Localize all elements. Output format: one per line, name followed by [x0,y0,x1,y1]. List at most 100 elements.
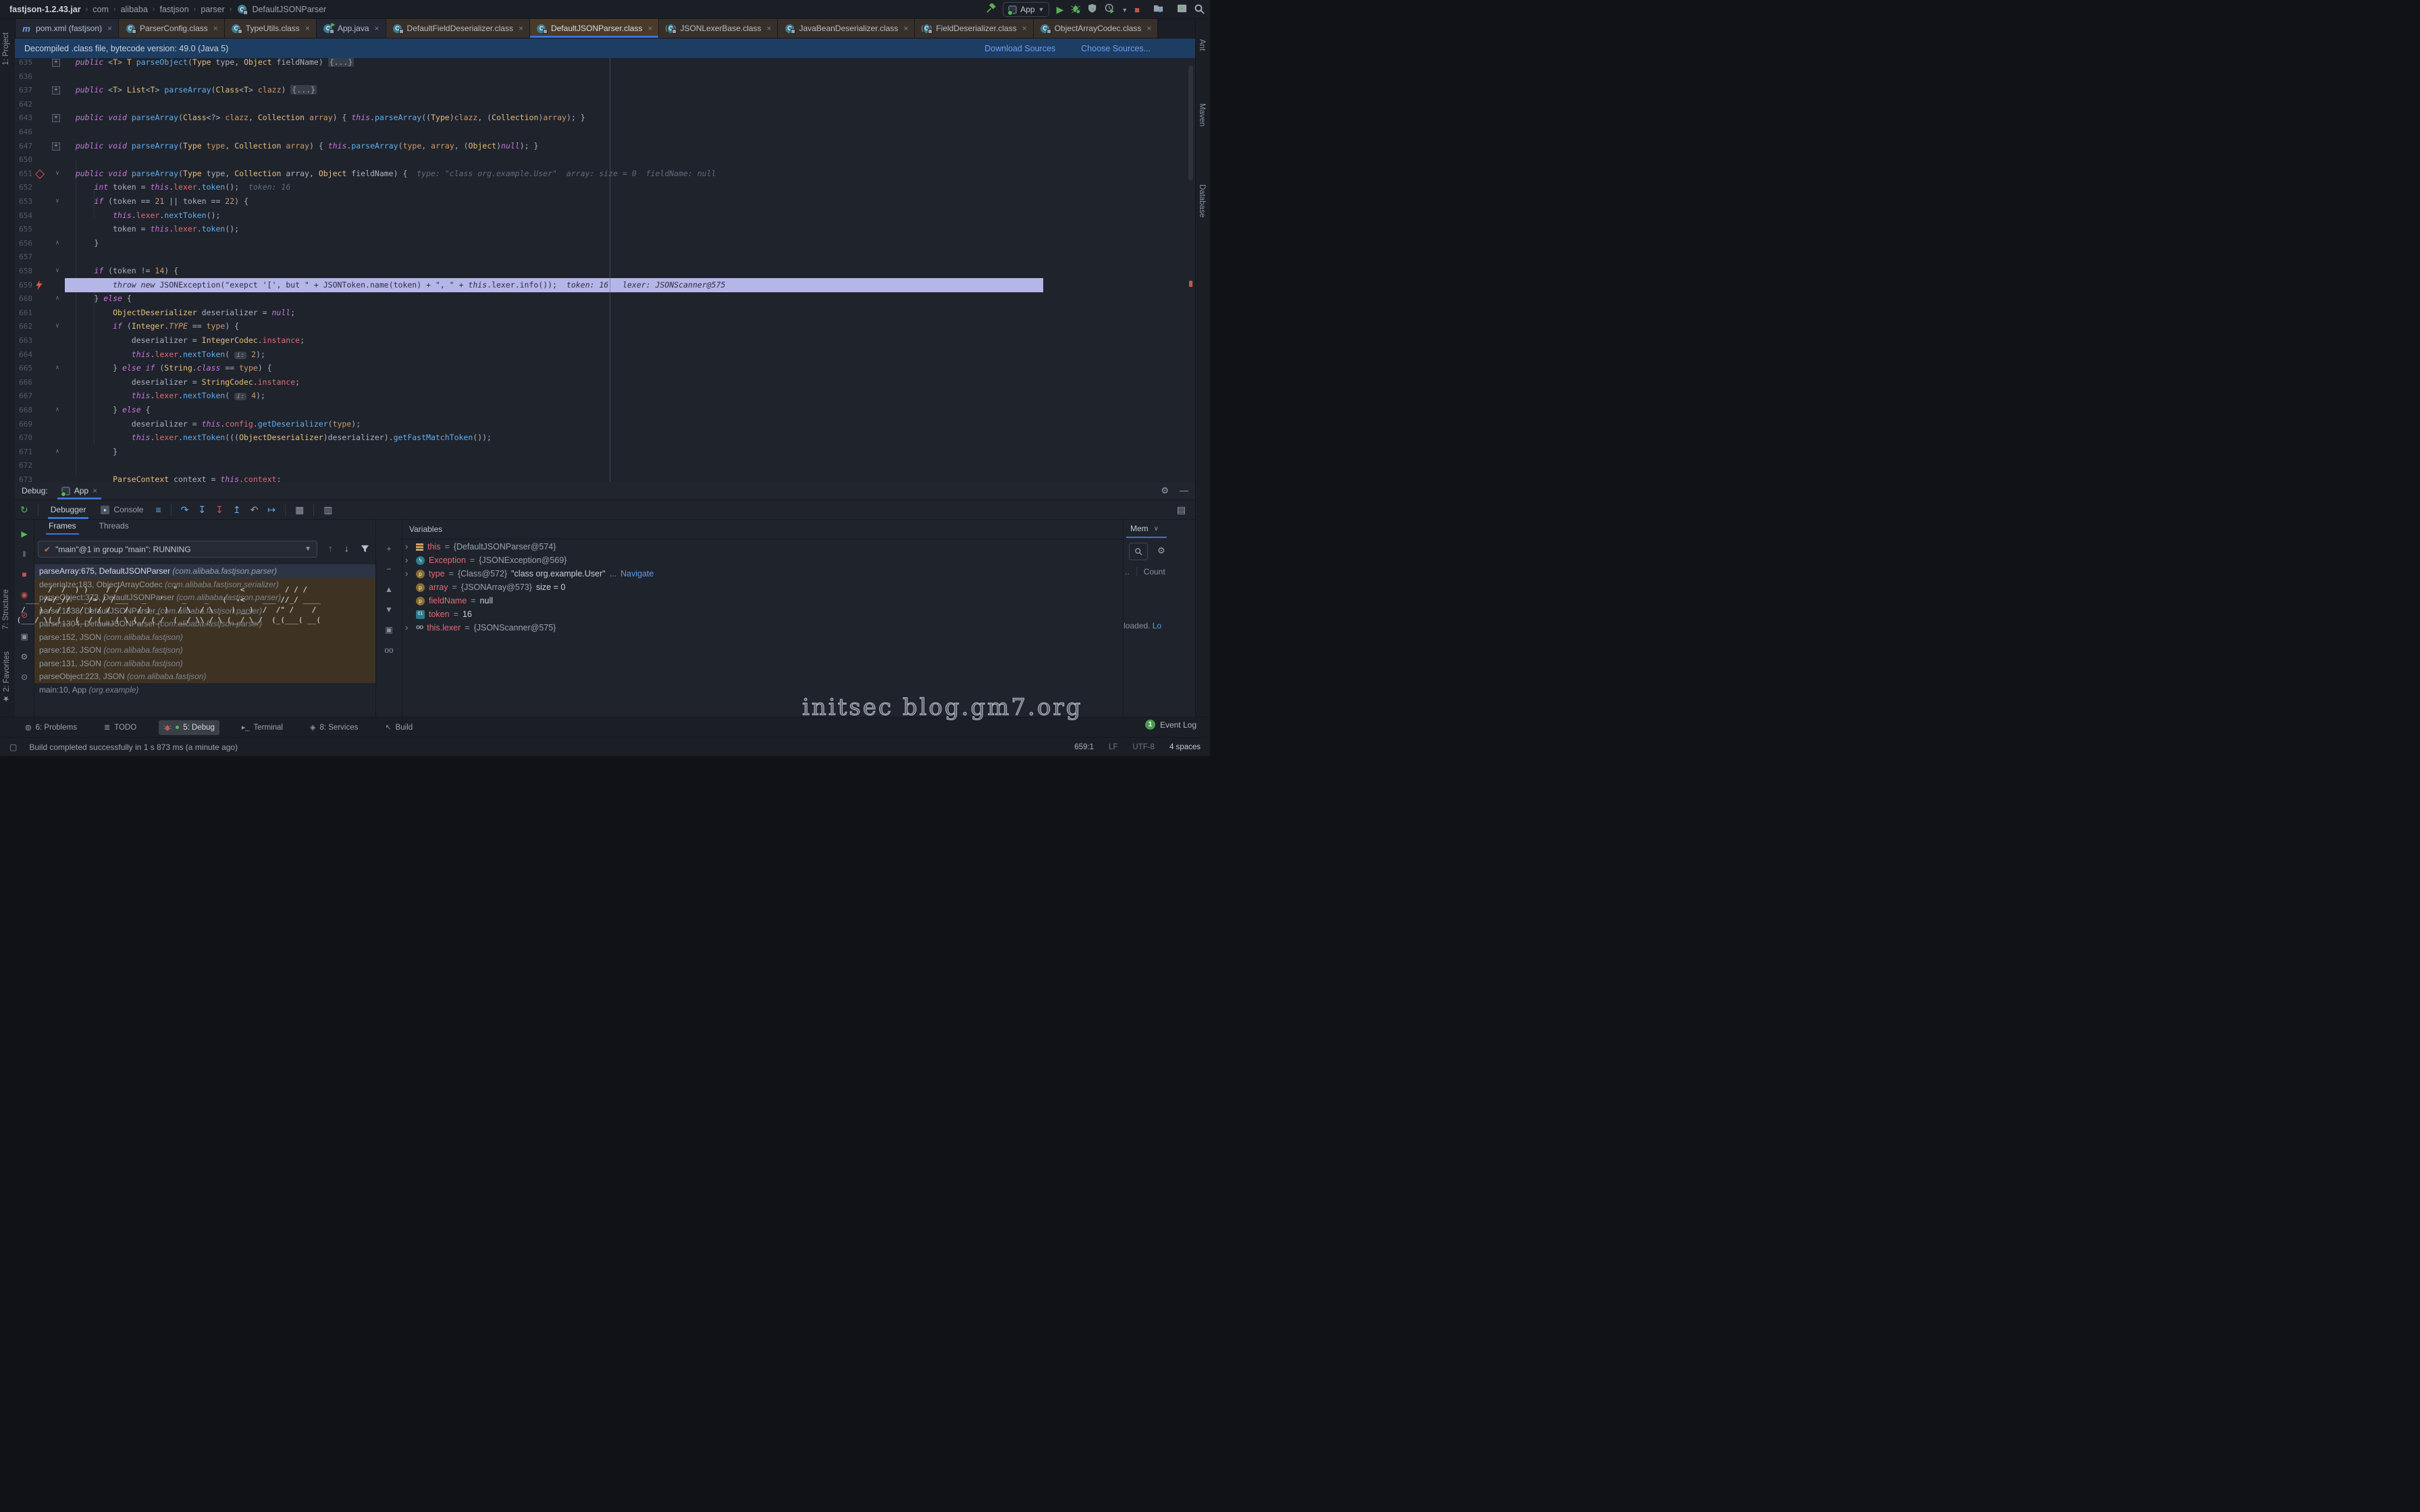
sidebar-item-favorites[interactable]: ★ 2: Favorites [2,651,11,703]
code-line-671[interactable]: 671∧ } [15,445,1195,459]
debug-session-tab[interactable]: App × [57,482,101,500]
settings-gear-icon[interactable]: ⚙ [1161,485,1169,496]
code-line-643[interactable]: 643+ public void parseArray(Class<?> cla… [15,111,1195,125]
indent-indicator[interactable]: 4 spaces [1169,743,1201,751]
frame-up-icon[interactable]: ↑ [328,543,333,554]
toolwindow-build[interactable]: ↖Build [380,720,417,735]
coverage-button[interactable] [1088,3,1098,16]
close-icon[interactable]: × [93,486,97,495]
tab-parserconfig-class[interactable]: CParserConfig.class× [119,19,225,38]
minimize-icon[interactable]: — [1180,485,1188,496]
stack-frame[interactable]: deserialze:183, ObjectArrayCodec (com.al… [34,578,375,591]
close-icon[interactable]: × [519,24,523,33]
build-hammer-icon[interactable] [986,3,996,16]
choose-sources-link[interactable]: Choose Sources... [1081,44,1151,53]
stack-frame[interactable]: parse:131, JSON (com.alibaba.fastjson) [34,657,375,670]
frame-down-icon[interactable]: ↓ [344,543,349,554]
debug-settings-gear-icon[interactable]: ⚙ [15,652,34,662]
expand-chevron-icon[interactable]: › [405,540,412,554]
window-icon[interactable]: ▢ [9,742,17,752]
stack-frame[interactable]: parseObject:223, JSON (com.alibaba.fastj… [34,670,375,683]
toolwindow-terminal[interactable]: ▸_Terminal [237,720,288,735]
step-over-icon[interactable]: ↷ [181,504,189,516]
remove-watch-icon[interactable]: − [376,564,402,574]
code-line-653[interactable]: 653∨ if (token == 21 || token == 22) { [15,194,1195,209]
stack-frame[interactable]: parse:1338, DefaultJSONParser (com.aliba… [34,604,375,618]
variable-row[interactable]: 01token=16 [405,608,472,621]
run-button[interactable]: ▶ [1056,4,1063,16]
search-everywhere-icon[interactable] [1194,3,1205,16]
line-ending-indicator[interactable]: LF [1109,743,1117,751]
expand-chevron-icon[interactable]: › [405,567,412,580]
close-icon[interactable]: × [648,24,652,33]
mute-breakpoints-icon[interactable]: ⊘ [15,610,34,620]
force-step-into-icon[interactable]: ↧ [215,504,223,516]
memory-search-button[interactable] [1129,543,1148,560]
step-out-icon[interactable]: ↥ [233,504,241,516]
run-toolwindow-icon[interactable] [1177,3,1187,16]
code-line-660[interactable]: 660∧ } else { [15,292,1195,306]
code-line-669[interactable]: 669 deserializer = this.config.getDeseri… [15,417,1195,431]
pin-icon[interactable]: ⊙ [15,672,34,682]
code-line-654[interactable]: 654 this.lexer.nextToken(); [15,209,1195,223]
variable-row[interactable]: ›ptype={Class@572}"class org.example.Use… [405,567,654,580]
encoding-indicator[interactable]: UTF-8 [1132,743,1155,751]
breadcrumb-item[interactable]: alibaba [121,5,148,14]
stack-frame[interactable]: parse:162, JSON (com.alibaba.fastjson) [34,643,375,657]
code-line-637[interactable]: 637+ public <T> List<T> parseArray(Class… [15,83,1195,97]
code-line-636[interactable]: 636 [15,70,1195,84]
close-icon[interactable]: × [1022,24,1027,33]
tab-jsonlexerbase-class[interactable]: (C)JSONLexerBase.class× [659,19,778,38]
close-icon[interactable]: × [766,24,771,33]
tab-javabeandeserializer-class[interactable]: CJavaBeanDeserializer.class× [778,19,915,38]
code-line-668[interactable]: 668∧ } else { [15,403,1195,417]
expand-chevron-icon[interactable]: › [405,621,412,634]
code-line-659[interactable]: 659 throw new JSONException("exepct '[',… [15,278,1195,292]
thread-selector-dropdown[interactable]: ✔ "main"@1 in group "main": RUNNING ▼ [38,541,317,558]
code-line-667[interactable]: 667 this.lexer.nextToken( i: 4); [15,389,1195,403]
stack-frame[interactable]: main:10, App (org.example) [34,683,375,697]
toolwindow-todo[interactable]: ≣TODO [99,720,141,735]
stack-frame[interactable]: parse:1304, DefaultJSONParser (com.aliba… [34,617,375,630]
stop-icon[interactable]: ■ [15,570,34,579]
restore-layout-icon[interactable]: ▤ [1177,504,1186,516]
sidebar-item-ant[interactable]: Ant [1198,39,1206,51]
sidebar-item-maven[interactable]: Maven [1198,103,1206,127]
toolwindow-8-services[interactable]: ◈8: Services [305,720,363,735]
expand-chevron-icon[interactable]: › [405,554,412,567]
close-icon[interactable]: × [107,24,112,33]
sidebar-item-database[interactable]: Database [1198,184,1206,217]
move-up-icon[interactable]: ▲ [376,585,402,594]
resume-icon[interactable]: ▶ [15,529,34,539]
code-line-651[interactable]: 651∨ public void parseArray(Type type, C… [15,167,1195,181]
pause-icon[interactable]: ‖ [15,549,34,559]
variable-row[interactable]: ›oothis.lexer={JSONScanner@575} [405,621,556,634]
method-breakpoint-icon[interactable] [35,169,45,179]
code-line-652[interactable]: 652 int token = this.lexer.token(); toke… [15,180,1195,194]
code-line-657[interactable]: 657 [15,250,1195,264]
sidebar-item-project[interactable]: 1: Project [2,32,10,65]
view-breakpoints-icon[interactable]: ◉ [15,590,34,599]
close-icon[interactable]: × [305,24,310,33]
run-configuration-selector[interactable]: App▼ [1003,2,1049,17]
code-line-665[interactable]: 665∧ } else if (String.class == type) { [15,361,1195,375]
variable-row[interactable]: ›this={DefaultJSONParser@574} [405,540,556,554]
run-to-cursor-icon[interactable]: ↦ [267,504,275,516]
debug-button[interactable] [1070,3,1081,16]
layout-settings-icon[interactable]: ▥ [323,504,332,516]
memory-load-link[interactable]: Lo [1153,621,1161,630]
code-line-650[interactable]: 650 [15,153,1195,167]
drop-frame-icon[interactable]: ↶ [251,504,259,516]
show-watches-glasses-icon[interactable]: oo [376,645,402,655]
filter-funnel-icon[interactable] [361,545,369,556]
close-icon[interactable]: × [213,24,218,33]
breadcrumb-item[interactable]: fastjson-1.2.43.jar [9,5,81,14]
tab-app-java[interactable]: C▶App.java× [317,19,386,38]
code-line-664[interactable]: 664 this.lexer.nextToken( i: 2); [15,348,1195,362]
add-watch-icon[interactable]: + [376,544,402,554]
breadcrumb-item[interactable]: parser [201,5,224,14]
duplicate-icon[interactable]: ▣ [376,625,402,634]
profiler-button[interactable] [1105,3,1115,16]
code-line-666[interactable]: 666 deserializer = StringCodec.instance; [15,375,1195,389]
variable-row[interactable]: pfieldName=null [405,594,493,608]
